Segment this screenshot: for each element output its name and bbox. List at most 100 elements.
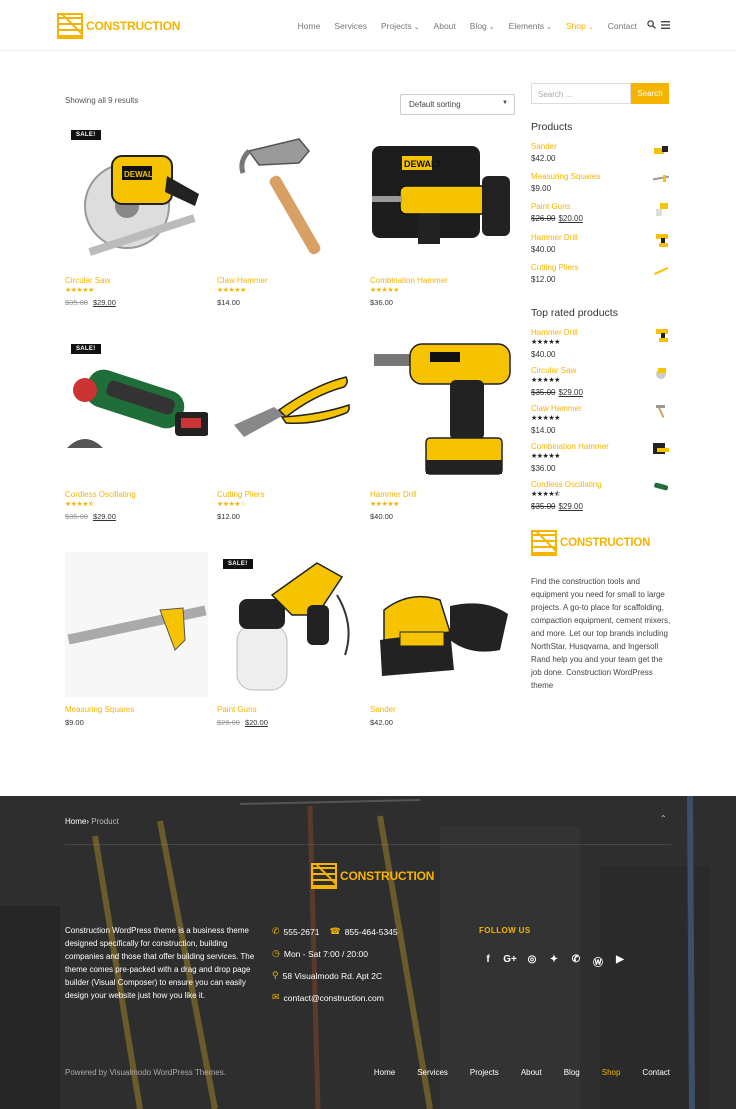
top-rated-item[interactable]: Circular Saw ★★★★★ $35.00 $29.00 xyxy=(531,366,669,397)
product-card[interactable]: Measuring Squares $9.00 xyxy=(65,552,208,727)
product-title[interactable]: Cutting Pliers xyxy=(217,490,360,499)
chevron-down-icon: ⌄ xyxy=(546,24,552,31)
product-image[interactable] xyxy=(370,552,513,697)
powered-by[interactable]: Powered by Visualmodo WordPress Themes. xyxy=(65,1068,226,1077)
sidebar-logo[interactable]: CONSTRUCTION xyxy=(531,530,650,556)
nav-item-home[interactable]: Home xyxy=(291,21,328,31)
top-rated-name[interactable]: Cordless Oscillating xyxy=(531,480,669,489)
sidebar-product-item[interactable]: Measuring Squares $9.00 xyxy=(531,172,669,193)
measuring-square-thumbnail xyxy=(653,175,669,182)
sale-price: $20.00 xyxy=(558,214,583,223)
sidebar-product-item[interactable]: Sander $42.00 xyxy=(531,142,669,163)
product-image[interactable]: DEWALT xyxy=(370,123,513,268)
sidebar-product-name[interactable]: Cutting Pliers xyxy=(531,263,669,272)
top-rated-item[interactable]: Hammer Drill ★★★★★ $40.00 xyxy=(531,328,669,359)
sidebar-product-name[interactable]: Measuring Squares xyxy=(531,172,669,181)
product-image[interactable] xyxy=(217,123,360,268)
top-rated-name[interactable]: Hammer Drill xyxy=(531,328,669,337)
product-image[interactable] xyxy=(370,337,513,482)
product-image[interactable] xyxy=(217,337,360,482)
top-rated-price: $40.00 xyxy=(531,350,556,359)
sidebar-product-name[interactable]: Paint Guns xyxy=(531,202,669,211)
circular-saw-thumbnail xyxy=(656,368,666,379)
footer-nav-contact[interactable]: Contact xyxy=(620,1068,670,1077)
product-image[interactable] xyxy=(65,552,208,697)
phone-2[interactable]: 855-464-5345 xyxy=(345,927,398,937)
footer-nav-blog[interactable]: Blog xyxy=(542,1068,580,1077)
product-price: $35.00 $29.00 xyxy=(65,512,208,521)
product-title[interactable]: Hammer Drill xyxy=(370,490,513,499)
sidebar-product-name[interactable]: Hammer Drill xyxy=(531,233,669,242)
footer-logo[interactable]: CONSTRUCTION xyxy=(311,863,434,889)
breadcrumb-home[interactable]: Home xyxy=(65,817,86,826)
nav-label: About xyxy=(433,21,456,31)
logo-text: CONSTRUCTION xyxy=(340,869,435,883)
top-rated-item[interactable]: Combination Hammer ★★★★★ $36.00 xyxy=(531,442,669,473)
sale-price: $29.00 xyxy=(558,388,583,397)
top-rated-name[interactable]: Circular Saw xyxy=(531,366,669,375)
phone-1[interactable]: 555-2671 xyxy=(284,927,320,937)
product-title[interactable]: Combination Hammer xyxy=(370,276,513,285)
product-card[interactable]: SALE! Paint Guns $26.00 $20.00 xyxy=(217,552,360,727)
nav-item-about[interactable]: About xyxy=(427,21,463,31)
sidebar-product-item[interactable]: Cutting Pliers $12.00 xyxy=(531,263,669,284)
nav-item-shop[interactable]: Shop ⌄ xyxy=(559,21,601,31)
sorting-value: Default sorting xyxy=(409,100,461,109)
footer-nav-about[interactable]: About xyxy=(499,1068,542,1077)
map-pin-icon: ⚲ xyxy=(272,970,279,980)
product-image[interactable]: SALE! xyxy=(65,337,208,482)
nav-item-projects[interactable]: Projects ⌄ xyxy=(374,21,427,31)
nav-item-services[interactable]: Services xyxy=(327,21,374,31)
chevron-up-icon[interactable]: ⌃ xyxy=(660,814,667,823)
product-title[interactable]: Claw Hammer xyxy=(217,276,360,285)
product-card[interactable]: Cutting Pliers ★★★★☆ $12.00 xyxy=(217,337,360,521)
product-title[interactable]: Circular Saw xyxy=(65,276,208,285)
top-rated-item[interactable]: Claw Hammer ★★★★★ $14.00 xyxy=(531,404,669,435)
top-rated-name[interactable]: Claw Hammer xyxy=(531,404,669,413)
footer-nav-services[interactable]: Services xyxy=(395,1068,448,1077)
email[interactable]: contact@construction.com xyxy=(284,993,384,1003)
whatsapp-icon[interactable]: ✆ xyxy=(569,954,583,969)
product-card[interactable]: Sander $42.00 xyxy=(370,552,513,727)
product-image[interactable]: DEWALT SALE! xyxy=(65,123,208,268)
top-rated-name[interactable]: Combination Hammer xyxy=(531,442,669,451)
sale-price: $20.00 xyxy=(244,718,268,727)
top-rated-item[interactable]: Cordless Oscillating ★★★★⯪ $35.00 $29.00 xyxy=(531,480,669,511)
wordpress-icon[interactable]: Ⓦ xyxy=(591,954,605,969)
sidebar-product-name[interactable]: Sander xyxy=(531,142,669,151)
product-card[interactable]: DEWALT SALE! Circular Saw ★★★★★ $35.00 $2… xyxy=(65,123,208,307)
instagram-icon[interactable]: ◎ xyxy=(525,954,539,969)
footer-nav-projects[interactable]: Projects xyxy=(448,1068,499,1077)
star-rating: ★★★★★ xyxy=(531,339,560,346)
google-plus-icon[interactable]: G+ xyxy=(503,954,517,969)
hamburger-icon[interactable] xyxy=(658,20,672,32)
footer-nav-shop[interactable]: Shop xyxy=(580,1068,621,1077)
sidebar-product-item[interactable]: Hammer Drill $40.00 xyxy=(531,233,669,254)
breadcrumb: Home› Product xyxy=(65,817,119,826)
site-logo[interactable]: CONSTRUCTION xyxy=(57,13,180,39)
product-image[interactable]: SALE! xyxy=(217,552,360,697)
product-card[interactable]: Claw Hammer ★★★★★ $14.00 xyxy=(217,123,360,307)
sidebar-product-item[interactable]: Paint Guns $26.00 $20.00 xyxy=(531,202,669,223)
product-card[interactable]: Hammer Drill ★★★★★ $40.00 xyxy=(370,337,513,521)
product-card[interactable]: SALE! Cordless Oscillating ★★★★⯪ $35.00 $… xyxy=(65,337,208,521)
product-title[interactable]: Cordless Oscillating xyxy=(65,490,208,499)
facebook-icon[interactable]: f xyxy=(481,954,495,969)
twitter-icon[interactable]: ✦ xyxy=(547,954,561,969)
search-icon[interactable] xyxy=(644,20,658,32)
footer-nav-home[interactable]: Home xyxy=(352,1068,395,1077)
whatsapp-icon: ✆ xyxy=(272,926,280,936)
product-title[interactable]: Sander xyxy=(370,705,513,714)
nav-item-contact[interactable]: Contact xyxy=(601,21,644,31)
product-card[interactable]: DEWALT Combination Hammer ★★★★★ $36.00 xyxy=(370,123,513,307)
youtube-icon[interactable]: ▶ xyxy=(613,954,627,969)
sorting-select[interactable]: Default sorting ▼ xyxy=(400,94,515,115)
product-title[interactable]: Measuring Squares xyxy=(65,705,208,714)
nav-item-blog[interactable]: Blog ⌄ xyxy=(463,21,502,31)
sale-badge: SALE! xyxy=(71,130,101,140)
nav-item-elements[interactable]: Elements ⌄ xyxy=(502,21,559,31)
logo-text: CONSTRUCTION xyxy=(86,19,181,33)
product-title[interactable]: Paint Guns xyxy=(217,705,360,714)
search-button[interactable]: Search xyxy=(631,83,669,104)
search-input[interactable]: Search ... xyxy=(531,83,631,104)
